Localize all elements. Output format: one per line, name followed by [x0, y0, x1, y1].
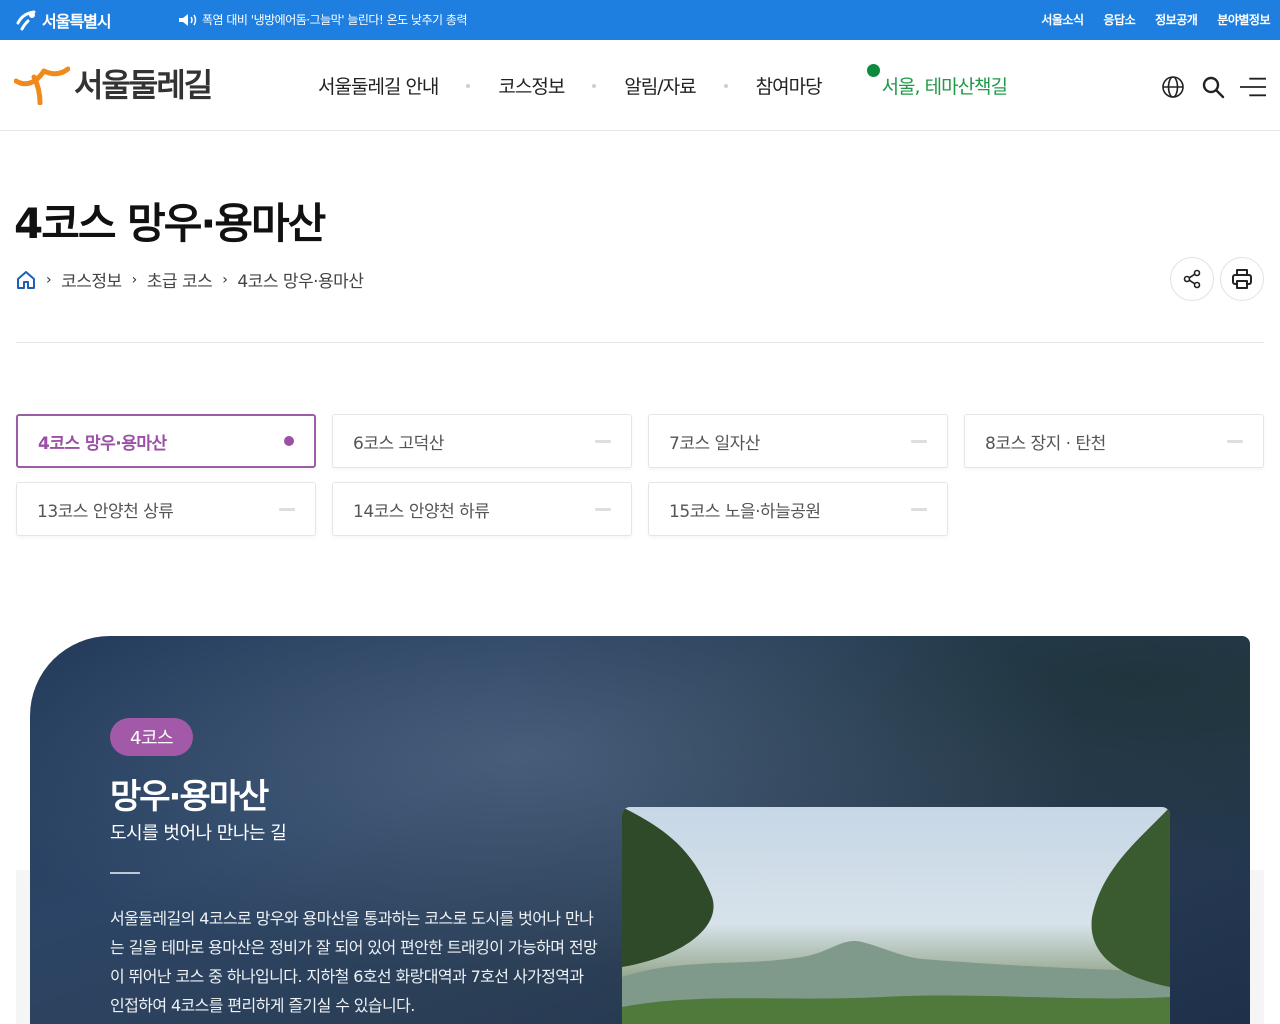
page-title: 4코스 망우·용마산: [14, 199, 326, 248]
chevron-right-icon: ›: [46, 271, 52, 288]
notice-text: 폭염 대비 '냉방에어돔·그늘막' 늘린다! 온도 낮추기 총력: [202, 13, 468, 27]
language-button[interactable]: [1160, 74, 1186, 100]
print-icon: [1232, 269, 1252, 289]
hero-divider: [110, 872, 140, 874]
logo-text: 서울둘레길: [74, 66, 213, 104]
course-tab-15[interactable]: 15코스 노을·하늘공원: [648, 482, 948, 536]
menu-button[interactable]: [1240, 74, 1266, 100]
nav-item-participation[interactable]: 참여마당: [756, 72, 823, 99]
notice-banner[interactable]: 폭염 대비 '냉방에어돔·그늘막' 늘린다! 온도 낮추기 총력: [178, 11, 468, 28]
print-button[interactable]: [1220, 257, 1264, 301]
course-tab-list: 4코스 망우·용마산 6코스 고덕산 7코스 일자산 8코스 장지 · 탄천 1…: [16, 414, 1266, 536]
nav-item-notice[interactable]: 알림/자료: [624, 72, 696, 99]
nav-item-course-info[interactable]: 코스정보: [498, 72, 565, 99]
util-link-eungdapso[interactable]: 응답소: [1104, 11, 1136, 28]
globe-icon: [1162, 76, 1184, 98]
dash-icon: [1227, 439, 1243, 443]
course-photo: [622, 807, 1170, 1024]
city-name: 서울특별시: [42, 12, 112, 31]
course-tab-13[interactable]: 13코스 안양천 상류: [16, 482, 316, 536]
dash-icon: [595, 507, 611, 511]
dash-icon: [911, 507, 927, 511]
dash-icon: [911, 439, 927, 443]
seoul-city-logo[interactable]: 서울특별시: [14, 8, 112, 32]
dash-icon: [279, 507, 295, 511]
util-link-field-info[interactable]: 분야별정보: [1217, 11, 1270, 28]
breadcrumb-current: 4코스 망우·용마산: [237, 272, 364, 292]
menu-icon: [1240, 77, 1266, 97]
chevron-right-icon: ›: [131, 271, 138, 288]
course-tab-label: 4코스 망우·용마산: [38, 433, 167, 454]
course-badge: 4코스: [110, 718, 194, 756]
utility-links: 서울소식 응답소 정보공개 분야별정보: [1041, 11, 1270, 28]
site-header: 서울둘레길 서울둘레길 안내 코스정보 알림/자료 참여마당 서울, 테마산책길: [0, 40, 1280, 131]
breadcrumb-course-info[interactable]: 코스정보: [61, 267, 122, 292]
nav-separator: [723, 83, 728, 88]
course-tab-14[interactable]: 14코스 안양천 하류: [332, 482, 632, 536]
search-icon: [1202, 76, 1225, 99]
nav-item-guide[interactable]: 서울둘레길 안내: [318, 72, 439, 99]
theme-link-label: 서울, 테마산책길: [881, 76, 1008, 98]
course-tab-8[interactable]: 8코스 장지 · 탄천: [964, 414, 1264, 468]
active-dot-icon: [284, 436, 294, 446]
dulle-logo-icon: [14, 66, 70, 105]
top-bar: 서울특별시 폭염 대비 '냉방에어돔·그늘막' 늘린다! 온도 낮추기 총력 서…: [0, 0, 1280, 40]
home-icon[interactable]: [16, 270, 36, 290]
course-tab-label: 15코스 노을·하늘공원: [669, 501, 821, 522]
breadcrumb: › 코스정보 › 초급 코스 › 4코스 망우·용마산: [16, 267, 364, 292]
page-actions: [1170, 257, 1264, 301]
header-tools: [1160, 74, 1266, 100]
breadcrumb-beginner[interactable]: 초급 코스: [147, 267, 213, 292]
course-hero: 4코스 망우·용마산 도시를 벗어나 만나는 길 서울둘레길의 4코스로 망우와…: [30, 636, 1250, 1024]
mountain-photo-illustration: [622, 807, 1170, 1024]
search-button[interactable]: [1200, 74, 1226, 100]
course-tab-4[interactable]: 4코스 망우·용마산: [16, 414, 316, 468]
main-nav: 서울둘레길 안내 코스정보 알림/자료 참여마당 서울, 테마산책길: [318, 64, 1008, 99]
chevron-right-icon: ›: [222, 271, 228, 288]
speaker-icon: [179, 13, 197, 26]
course-tab-6[interactable]: 6코스 고덕산: [332, 414, 632, 468]
hero-subtitle: 도시를 벗어나 만나는 길: [110, 823, 287, 844]
nav-separator: [466, 83, 471, 88]
dulle-logo[interactable]: 서울둘레길: [14, 60, 213, 106]
share-icon: [1183, 269, 1201, 289]
course-tab-label: 14코스 안양천 하류: [353, 501, 490, 522]
seoul-logo-icon: [16, 10, 36, 31]
util-link-info-disclosure[interactable]: 정보공개: [1155, 11, 1198, 28]
title-divider: [16, 342, 1264, 343]
nav-separator: [592, 83, 597, 88]
dash-icon: [595, 439, 611, 443]
course-tab-label: 8코스 장지 · 탄천: [985, 433, 1106, 454]
util-link-news[interactable]: 서울소식: [1041, 11, 1084, 28]
theme-dot-icon: [866, 64, 880, 77]
course-tab-7[interactable]: 7코스 일자산: [648, 414, 948, 468]
hero-description: 서울둘레길의 4코스로 망우와 용마산을 통과하는 코스로 도시를 벗어나 만나…: [110, 909, 598, 1015]
course-tab-label: 13코스 안양천 상류: [37, 501, 174, 522]
course-tab-label: 6코스 고덕산: [353, 433, 444, 454]
course-tab-label: 7코스 일자산: [669, 433, 760, 454]
hero-course-name: 망우·용마산: [110, 777, 269, 817]
nav-item-theme-walk[interactable]: 서울, 테마산책길: [866, 64, 1008, 99]
share-button[interactable]: [1170, 257, 1214, 301]
